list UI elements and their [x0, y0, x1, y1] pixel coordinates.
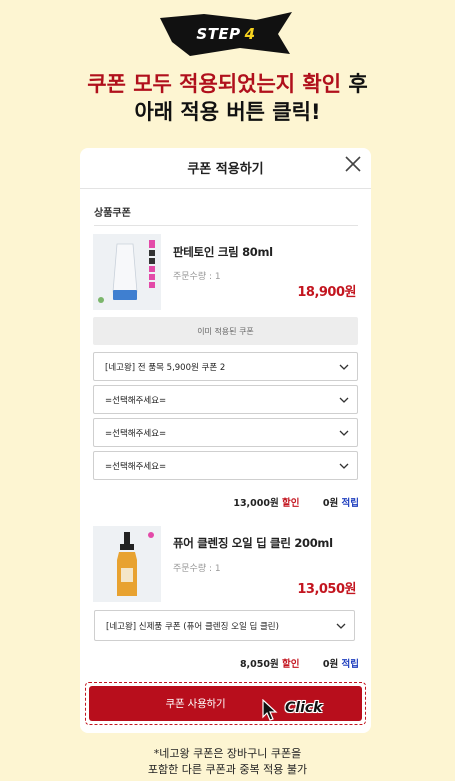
earn-label: 적립 [341, 659, 359, 670]
product-quantity: 주문수량 : 1 [173, 272, 221, 282]
product-name: 판테토인 크림 80ml [173, 245, 273, 259]
footnote: *네고왕 쿠폰은 장바구니 쿠폰을 포함한 다른 쿠폰과 중복 적용 불가 [0, 746, 455, 778]
coupon-select-4[interactable]: =선택해주세요= [93, 451, 358, 480]
title-divider [80, 188, 371, 189]
select-value: [네고왕] 전 품목 5,900원 쿠폰 2 [105, 362, 226, 373]
discount-label: 할인 [282, 498, 300, 509]
coupon-select-2[interactable]: =선택해주세요= [93, 385, 358, 414]
select-value: =선택해주세요= [105, 428, 167, 439]
close-icon[interactable] [343, 154, 363, 174]
discount-amount: 8,050원 [239, 659, 279, 670]
earn-amount: 0원 [322, 498, 339, 509]
chevron-down-icon [339, 364, 349, 370]
chevron-down-icon [339, 397, 349, 403]
footnote-line-1: *네고왕 쿠폰은 장바구니 쿠폰을 [153, 747, 302, 760]
chevron-down-icon [339, 430, 349, 436]
headline: 쿠폰 모두 적용되었는지 확인 후 아래 적용 버튼 클릭! [0, 70, 455, 126]
section-label: 상품쿠폰 [94, 208, 131, 219]
product-totals: 13,000원 할인 0원 적립 [233, 495, 359, 509]
modal-title: 쿠폰 적용하기 [187, 162, 264, 177]
step-label: STEP 4 [160, 12, 292, 56]
product-price: 13,050원 [297, 582, 356, 597]
apply-button-label: 쿠폰 사용하기 [165, 698, 226, 710]
headline-line-2: 아래 적용 버튼 클릭! [134, 100, 321, 124]
cream-tube-image [93, 234, 161, 310]
select-value: =선택해주세요= [105, 461, 167, 472]
step-number: 4 [244, 25, 256, 43]
chevron-down-icon [336, 623, 346, 629]
earn-label: 적립 [341, 498, 359, 509]
click-label: Click [285, 700, 323, 716]
product-thumbnail-cream [93, 234, 161, 310]
discount-amount: 13,000원 [233, 498, 279, 509]
coupon-select-1[interactable]: [네고왕] 전 품목 5,900원 쿠폰 2 [93, 352, 358, 381]
oil-bottle-image [93, 526, 161, 602]
product-name: 퓨어 클렌징 오일 딥 클린 200ml [173, 536, 333, 550]
apply-button-highlight: 쿠폰 사용하기 Click [85, 682, 366, 725]
headline-highlight: 쿠폰 모두 적용되었는지 확인 [87, 72, 342, 96]
footnote-line-2: 포함한 다른 쿠폰과 중복 적용 불가 [147, 763, 308, 776]
select-value: [네고왕] 신제품 쿠폰 (퓨어 클렌징 오일 딥 클린) [106, 621, 279, 632]
coupon-select-5[interactable]: [네고왕] 신제품 쿠폰 (퓨어 클렌징 오일 딥 클린) [94, 610, 355, 641]
product-totals: 8,050원 할인 0원 적립 [240, 656, 359, 670]
coupon-modal: 쿠폰 적용하기 상품쿠폰 판테토인 크림 80ml 주문수량 : 1 18,90… [80, 148, 371, 733]
product-thumbnail-cleansing-oil [93, 526, 161, 602]
headline-line-1: 쿠폰 모두 적용되었는지 확인 후 [0, 70, 455, 98]
section-divider [94, 225, 358, 226]
coupon-select-3[interactable]: =선택해주세요= [93, 418, 358, 447]
select-value: =선택해주세요= [105, 395, 167, 406]
product-price: 18,900원 [297, 285, 356, 300]
product-quantity: 주문수량 : 1 [173, 564, 221, 574]
discount-label: 할인 [282, 659, 300, 670]
step-badge: STEP 4 [160, 12, 292, 56]
applied-coupon-note: 이미 적용된 쿠폰 [93, 317, 358, 345]
headline-line-1-rest: 후 [341, 72, 368, 96]
chevron-down-icon [339, 463, 349, 469]
step-word: STEP [196, 25, 241, 43]
earn-amount: 0원 [322, 659, 339, 670]
mouse-cursor-icon [262, 699, 278, 721]
